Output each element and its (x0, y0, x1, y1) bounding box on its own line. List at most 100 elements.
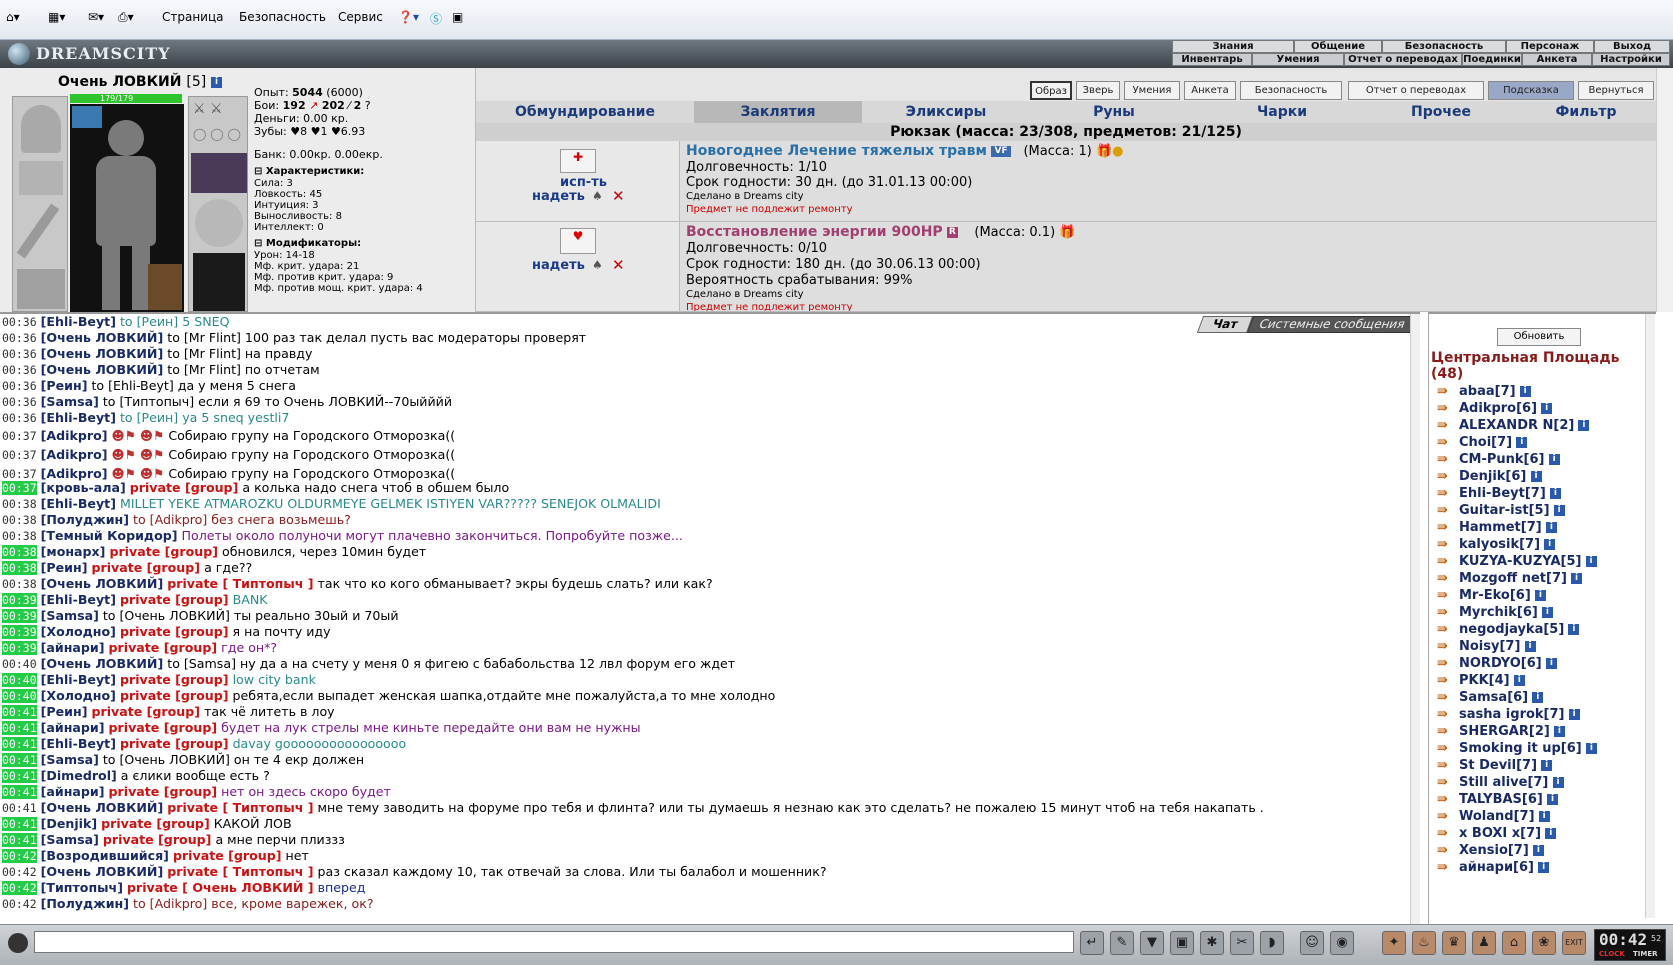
private-tag[interactable]: private [group] (130, 480, 239, 495)
user-name[interactable]: kalyosik[7] (1459, 537, 1540, 552)
nav-settings[interactable]: Настройки (1592, 53, 1670, 66)
user-list-item[interactable]: ⇛ PKK[4] i (1437, 673, 1525, 691)
private-arrow-icon[interactable]: ⇛ (1437, 588, 1459, 603)
info-icon[interactable]: i (1538, 862, 1550, 873)
user-name[interactable]: Noisy[7] (1459, 639, 1520, 654)
tab-filter[interactable]: Фильтр (1516, 101, 1656, 123)
btn-return[interactable]: Вернуться (1578, 81, 1654, 100)
private-tag[interactable]: private [group] (109, 784, 218, 799)
tab-charms[interactable]: Чарки (1198, 101, 1366, 123)
print-icon[interactable]: ⎙▾ (118, 10, 134, 25)
tab-spells[interactable]: Заклятия (694, 101, 862, 123)
users-scrollbar[interactable] (1645, 314, 1655, 918)
chat-nick[interactable]: [Ehli-Beyt] (41, 496, 116, 511)
private-arrow-icon[interactable]: ⇛ (1437, 809, 1459, 824)
user-name[interactable]: Hammet[7] (1459, 520, 1542, 535)
bracers-slot-icon[interactable] (19, 161, 63, 195)
wear-button[interactable]: надеть (532, 258, 585, 273)
private-tag[interactable]: private [group] (120, 688, 229, 703)
clan-icon[interactable]: ♛ (1442, 931, 1466, 955)
private-arrow-icon[interactable]: ⇛ (1437, 384, 1459, 399)
info-icon[interactable]: i (1541, 607, 1553, 618)
nav-duels[interactable]: Поединки (1462, 53, 1522, 66)
chat-nick[interactable]: [Типтопыч] (41, 880, 123, 895)
user-list-item[interactable]: ⇛ negodjayka[5] i (1437, 622, 1580, 640)
private-tag[interactable]: private [group] (120, 592, 229, 607)
chat-nick[interactable]: [Реин] (41, 378, 88, 393)
chat-nick[interactable]: [Реин] (41, 560, 88, 575)
user-list-item[interactable]: ⇛ x BOXI x[7] i (1437, 826, 1557, 844)
paw-icon[interactable]: ❀ (1532, 931, 1556, 955)
user-list-item[interactable]: ⇛ Noisy[7] i (1437, 639, 1536, 657)
private-arrow-icon[interactable]: ⇛ (1437, 656, 1459, 671)
effect-icon[interactable] (72, 106, 102, 128)
private-tag[interactable]: private [group] (109, 720, 218, 735)
user-name[interactable]: Myrchik[6] (1459, 605, 1538, 620)
info-icon[interactable]: i (1553, 505, 1565, 516)
info-icon[interactable]: i (211, 76, 223, 88)
chat-nick[interactable]: [айнари] (41, 720, 105, 735)
helmet-slot-icon[interactable] (21, 105, 61, 153)
fight-icon[interactable]: ✦ (1382, 931, 1406, 955)
private-arrow-icon[interactable]: ⇛ (1437, 639, 1459, 654)
eraser-icon[interactable]: ✎ (1110, 931, 1134, 955)
user-name[interactable]: Denjik[6] (1459, 469, 1526, 484)
user-list-item[interactable]: ⇛ CM-Punk[6] i (1437, 452, 1560, 470)
house-icon[interactable]: ⌂ (1502, 931, 1526, 955)
pet-icon[interactable] (148, 264, 182, 310)
chat-nick[interactable]: [Очень ЛОВКИЙ] (41, 576, 164, 591)
user-list-item[interactable]: ⇛ Myrchik[6] i (1437, 605, 1553, 623)
run-icon[interactable]: ✱ (1200, 931, 1224, 955)
emoticon-icon[interactable]: ☺ (1300, 931, 1324, 955)
user-list-item[interactable]: ⇛ Adikpro[6] i (1437, 401, 1553, 419)
private-arrow-icon[interactable]: ⇛ (1437, 775, 1459, 790)
armor-slot-icon[interactable] (17, 269, 65, 309)
user-list-item[interactable]: ⇛ St Devil[7] i (1437, 758, 1553, 776)
home-icon[interactable]: ⌂▾ (6, 10, 20, 24)
rings-slot-icon[interactable]: ◯ ◯ ◯ (193, 127, 245, 149)
user-name[interactable]: Mozgoff net[7] (1459, 571, 1567, 586)
inventory-scrollbar[interactable] (1656, 68, 1673, 312)
user-name[interactable]: ALEXANDR N[2] (1459, 418, 1574, 433)
user-list-item[interactable]: ⇛ Samsa[6] i (1437, 690, 1544, 708)
help-icon[interactable]: ❓▾ (398, 10, 419, 24)
nav-profile[interactable]: Анкета (1522, 53, 1592, 66)
user-list-item[interactable]: ⇛ Denjik[6] i (1437, 469, 1542, 487)
info-icon[interactable]: i (1545, 522, 1557, 533)
user-name[interactable]: Samsa[6] (1459, 690, 1528, 705)
user-name[interactable]: St Devil[7] (1459, 758, 1537, 773)
private-arrow-icon[interactable]: ⇛ (1437, 469, 1459, 484)
user-list-item[interactable]: ⇛ ALEXANDR N[2] i (1437, 418, 1590, 436)
user-list-item[interactable]: ⇛ Smoking it up[6] i (1437, 741, 1597, 759)
user-name[interactable]: negodjayka[5] (1459, 622, 1564, 637)
tools-icon[interactable]: ✂ (1230, 931, 1254, 955)
user-name[interactable]: abaa[7] (1459, 384, 1516, 399)
private-tag[interactable]: private [group] (109, 544, 218, 559)
info-icon[interactable]: i (1541, 760, 1553, 771)
user-list-item[interactable]: ⇛ abaa[7] i (1437, 384, 1531, 402)
info-icon[interactable]: i (1578, 420, 1590, 431)
btn-profile[interactable]: Анкета (1184, 81, 1236, 100)
user-name[interactable]: Adikpro[6] (1459, 401, 1537, 416)
chat-nick[interactable]: [Очень ЛОВКИЙ] (41, 362, 164, 377)
private-tag[interactable]: private [group] (120, 672, 229, 687)
mail-icon[interactable]: ✉▾ (88, 10, 104, 24)
private-tag[interactable]: private [group] (120, 736, 229, 751)
chat-nick[interactable]: [Adikpro] (41, 466, 108, 481)
chat-nick[interactable]: [Темный Коридор] (41, 528, 178, 543)
info-icon[interactable]: i (1553, 726, 1565, 737)
user-list-item[interactable]: ⇛ айнари[6] i (1437, 860, 1550, 878)
weapons-slot-icon[interactable]: ⚔ ⚔ (193, 101, 245, 123)
portrait-icon[interactable]: ◉ (1330, 931, 1354, 955)
user-list-item[interactable]: ⇛ sasha igrok[7] i (1437, 707, 1580, 725)
private-arrow-icon[interactable]: ⇛ (1437, 418, 1459, 433)
info-icon[interactable]: i (1552, 777, 1564, 788)
private-arrow-icon[interactable]: ⇛ (1437, 860, 1459, 875)
tab-other[interactable]: Прочее (1366, 101, 1516, 123)
tab-runes[interactable]: Руны (1030, 101, 1198, 123)
user-name[interactable]: CM-Punk[6] (1459, 452, 1544, 467)
private-arrow-icon[interactable]: ⇛ (1437, 435, 1459, 450)
chat-nick[interactable]: [Полуджин] (41, 896, 129, 911)
user-name[interactable]: айнари[6] (1459, 860, 1534, 875)
chat-nick[interactable]: [Samsa] (41, 608, 99, 623)
